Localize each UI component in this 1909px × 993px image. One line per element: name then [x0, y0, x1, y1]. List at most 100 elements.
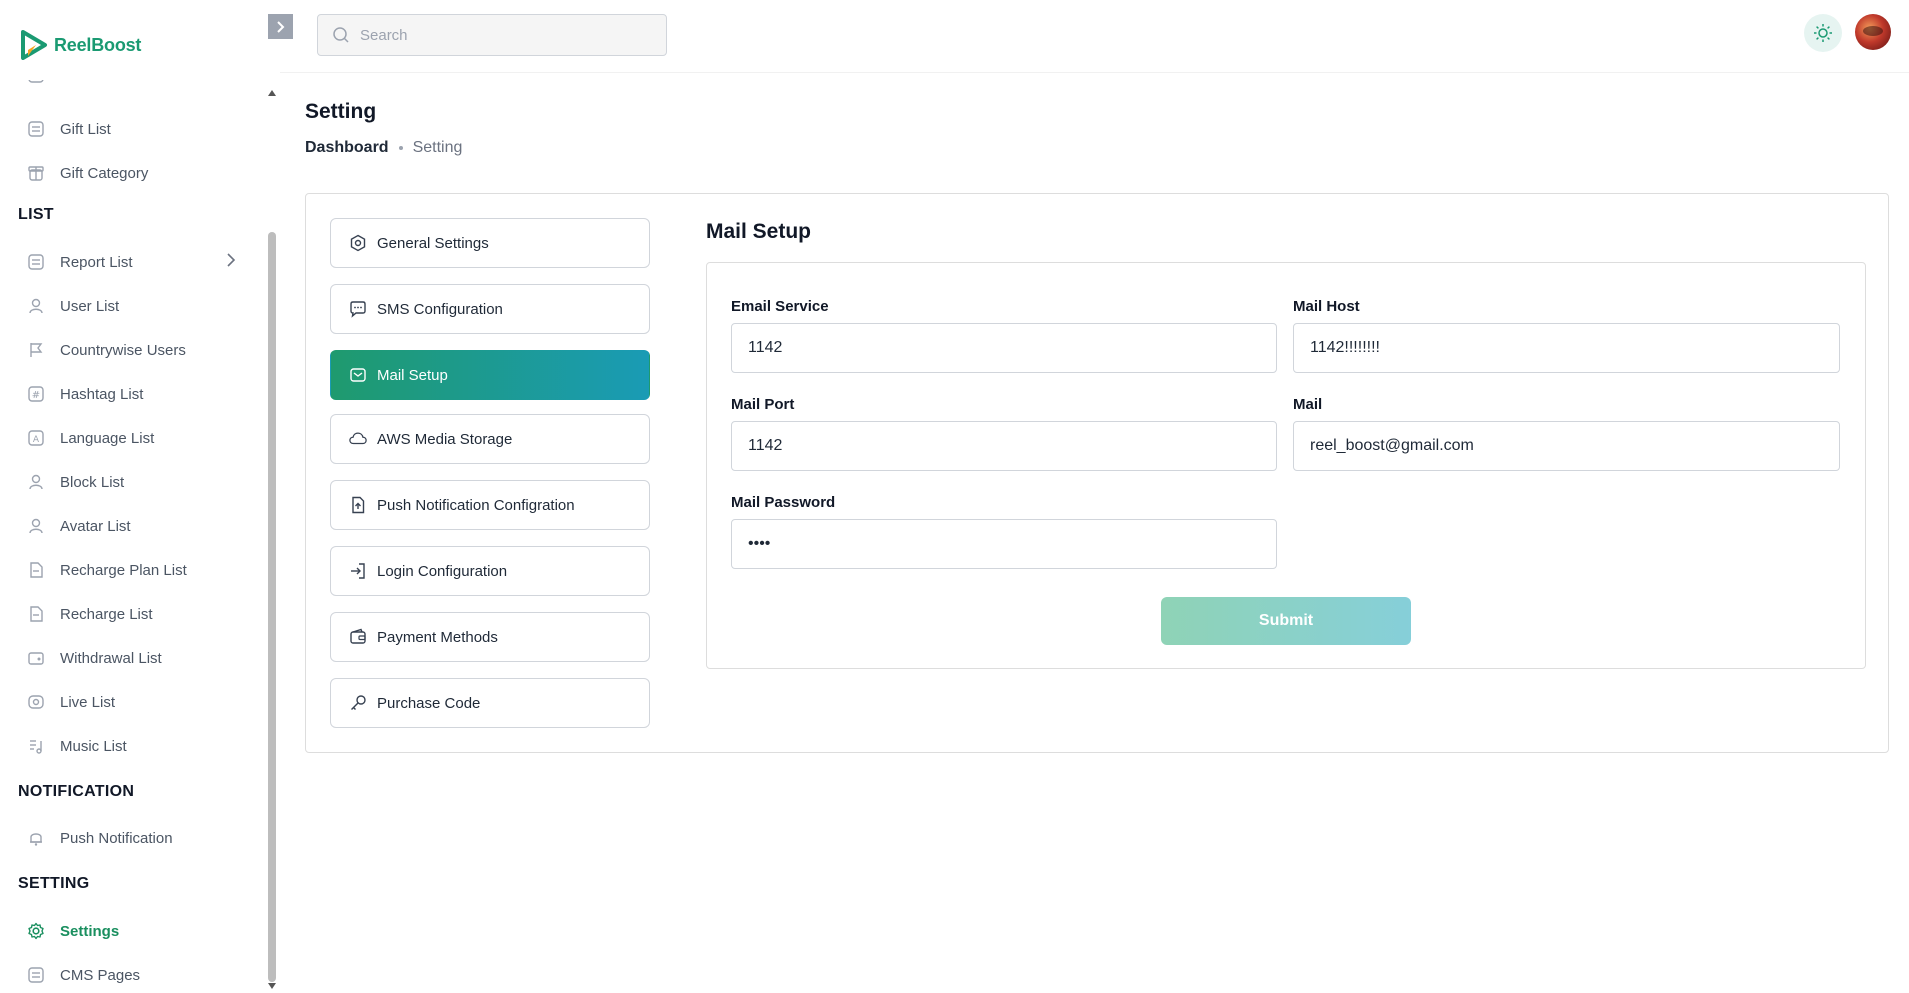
menu-payment-methods[interactable]: Payment Methods: [330, 612, 650, 662]
mail-input[interactable]: [1293, 421, 1840, 471]
section-title-notification: NOTIFICATION: [18, 783, 135, 800]
key-icon: [349, 694, 367, 712]
menu-push-notification-configration[interactable]: Push Notification Configration: [330, 480, 650, 530]
sidebar-item-live-list[interactable]: Live List: [26, 687, 236, 717]
bell-icon: [26, 828, 46, 848]
menu-purchase-code[interactable]: Purchase Code: [330, 678, 650, 728]
submit-button[interactable]: Submit: [1161, 597, 1411, 645]
search-icon: [333, 27, 349, 43]
logo[interactable]: ReelBoost: [20, 30, 141, 60]
theme-toggle-button[interactable]: [1804, 14, 1842, 52]
mail-setup-heading: Mail Setup: [706, 220, 812, 243]
user-icon: [26, 516, 46, 536]
wallet-icon: [26, 648, 46, 668]
scroll-up-arrow-icon[interactable]: [268, 90, 276, 96]
list-icon: [26, 252, 46, 272]
hexagon-gear-icon: [349, 234, 367, 252]
sidebar-item-withdrawal-list[interactable]: Withdrawal List: [26, 643, 236, 673]
sidebar-item-label: Language List: [60, 429, 155, 447]
section-title-list: LIST: [18, 206, 54, 223]
top-bar: [280, 0, 1909, 73]
mail-host-input[interactable]: [1293, 323, 1840, 373]
user-icon: [26, 296, 46, 316]
sun-icon: [1814, 24, 1832, 42]
menu-sms-configuration[interactable]: SMS Configuration: [330, 284, 650, 334]
sidebar-item-recharge-plan-list[interactable]: Recharge Plan List: [26, 555, 236, 585]
menu-label: AWS Media Storage: [377, 430, 513, 448]
breadcrumb: Dashboard Setting: [305, 139, 462, 157]
email-service-input[interactable]: [731, 323, 1277, 373]
mail-password-label: Mail Password: [731, 494, 836, 511]
mail-port-label: Mail Port: [731, 396, 795, 413]
document-icon: [26, 604, 46, 624]
sidebar-item-label: Hashtag List: [60, 385, 144, 403]
menu-general-settings[interactable]: General Settings: [330, 218, 650, 268]
sidebar-menu: Gift List Gift Category LIST Report List…: [0, 80, 262, 993]
sidebar-scrollbar[interactable]: [266, 90, 278, 993]
language-icon: A: [26, 428, 46, 448]
sidebar-item-avatar-list[interactable]: Avatar List: [26, 511, 236, 541]
sidebar-item-label: Live List: [60, 693, 116, 711]
search-box[interactable]: [317, 14, 667, 56]
cloud-icon: [349, 430, 367, 448]
mail-port-input[interactable]: [731, 421, 1277, 471]
music-icon: [26, 736, 46, 756]
sidebar-item-countrywise-users[interactable]: Countrywise Users: [26, 335, 236, 365]
mail-host-label: Mail Host: [1293, 298, 1360, 315]
sidebar: ReelBoost Gift List Gift Category LIST R…: [0, 0, 280, 993]
sidebar-item-label: Withdrawal List: [60, 649, 162, 667]
user-icon: [26, 472, 46, 492]
sidebar-item-block-list[interactable]: Block List: [26, 467, 236, 497]
mail-setup-form: Email Service Mail Host Mail Port Mail M…: [706, 262, 1866, 669]
settings-card: General Settings SMS Configuration Mail …: [305, 193, 1889, 753]
hashtag-icon: #: [26, 384, 46, 404]
sidebar-item-user-list[interactable]: User List: [26, 291, 236, 321]
menu-login-configuration[interactable]: Login Configuration: [330, 546, 650, 596]
sidebar-item-gift-list[interactable]: Gift List: [26, 114, 236, 144]
sidebar-item-label: Gift List: [60, 120, 111, 138]
gift-box-icon: [26, 163, 46, 183]
section-title-setting: SETTING: [18, 875, 90, 892]
list-icon: [26, 119, 46, 139]
menu-label: Login Configuration: [377, 562, 508, 580]
sidebar-item-label: Settings: [60, 922, 120, 940]
sidebar-item-label: Avatar List: [60, 517, 131, 535]
menu-label: Mail Setup: [377, 366, 448, 384]
scrollbar-thumb[interactable]: [268, 232, 276, 982]
menu-label: General Settings: [377, 234, 489, 252]
mail-label: Mail: [1293, 396, 1323, 413]
sidebar-item-label: Music List: [60, 737, 127, 755]
sidebar-item-push-notification[interactable]: Push Notification: [26, 823, 236, 853]
wallet-icon: [349, 628, 367, 646]
menu-label: Purchase Code: [377, 694, 481, 712]
sidebar-item-recharge-list[interactable]: Recharge List: [26, 599, 236, 629]
scroll-down-arrow-icon[interactable]: [268, 983, 276, 989]
sidebar-item-gift-category[interactable]: Gift Category: [26, 158, 236, 188]
sidebar-item-hashtag-list[interactable]: # Hashtag List: [26, 379, 236, 409]
sidebar-item-partial[interactable]: [26, 80, 236, 88]
sidebar-item-label: Report List: [60, 253, 133, 271]
gear-icon: [26, 921, 46, 941]
sidebar-item-label: Countrywise Users: [60, 341, 186, 359]
login-icon: [349, 562, 367, 580]
file-upload-icon: [349, 496, 367, 514]
list-icon: [26, 80, 46, 88]
menu-aws-media-storage[interactable]: AWS Media Storage: [330, 414, 650, 464]
sidebar-item-cms-pages[interactable]: CMS Pages: [26, 960, 236, 990]
breadcrumb-dashboard-link[interactable]: Dashboard: [305, 139, 389, 157]
svg-text:A: A: [33, 435, 40, 445]
user-avatar[interactable]: [1855, 14, 1891, 50]
menu-mail-setup[interactable]: Mail Setup: [330, 350, 650, 400]
sidebar-item-language-list[interactable]: A Language List: [26, 423, 236, 453]
email-service-label: Email Service: [731, 298, 829, 315]
sidebar-item-label: Gift Category: [60, 164, 149, 182]
sidebar-item-label: User List: [60, 297, 120, 315]
mail-password-input[interactable]: [731, 519, 1277, 569]
sidebar-item-settings[interactable]: Settings: [26, 916, 236, 946]
live-icon: [26, 692, 46, 712]
play-logo-icon: [21, 30, 47, 60]
page-title: Setting: [305, 100, 377, 123]
sidebar-item-report-list[interactable]: Report List: [26, 247, 236, 277]
search-input[interactable]: [360, 26, 640, 44]
sidebar-item-music-list[interactable]: Music List: [26, 731, 236, 761]
